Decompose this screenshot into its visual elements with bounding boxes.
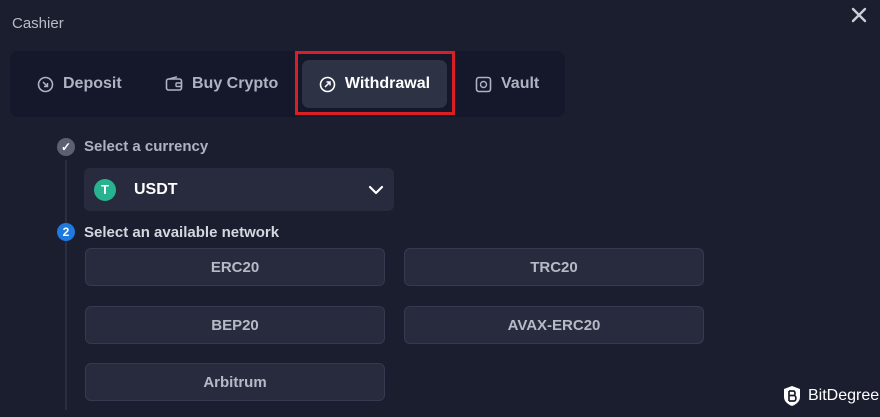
tab-buy-crypto[interactable]: Buy Crypto <box>165 60 278 108</box>
step-select-network-label: Select an available network <box>84 224 280 241</box>
close-icon[interactable] <box>848 4 870 26</box>
chevron-down-icon <box>368 185 384 194</box>
withdrawal-highlight-box <box>295 51 455 115</box>
tab-vault-label: Vault <box>501 75 540 92</box>
step-number-badge: 2 <box>57 223 75 241</box>
wallet-icon <box>165 76 183 91</box>
tab-deposit[interactable]: Deposit <box>37 60 122 108</box>
step-connector-line <box>65 160 67 410</box>
cashier-tabs: Deposit Buy Crypto Withdrawal Vault <box>10 51 565 117</box>
step-select-currency-label: Select a currency <box>84 138 209 155</box>
network-button-erc20[interactable]: ERC20 <box>85 248 385 286</box>
tab-vault[interactable]: Vault <box>475 60 539 108</box>
currency-select[interactable]: T USDT <box>84 168 394 211</box>
vault-icon <box>475 76 492 92</box>
bitdegree-logo-icon <box>784 386 800 406</box>
bitdegree-watermark: BitDegree <box>782 385 879 407</box>
deposit-icon <box>37 76 54 92</box>
network-button-bep20[interactable]: BEP20 <box>85 306 385 344</box>
cashier-title: Cashier <box>12 15 64 32</box>
network-button-avax-erc20[interactable]: AVAX-ERC20 <box>404 306 704 344</box>
tab-deposit-label: Deposit <box>63 75 122 92</box>
watermark-text: BitDegree <box>808 387 880 404</box>
currency-value: USDT <box>134 180 178 198</box>
network-button-arbitrum[interactable]: Arbitrum <box>85 363 385 401</box>
step-complete-check-icon: ✓ <box>57 138 75 156</box>
network-button-trc20[interactable]: TRC20 <box>404 248 704 286</box>
tab-buy-crypto-label: Buy Crypto <box>192 75 279 92</box>
tether-icon: T <box>94 178 116 201</box>
